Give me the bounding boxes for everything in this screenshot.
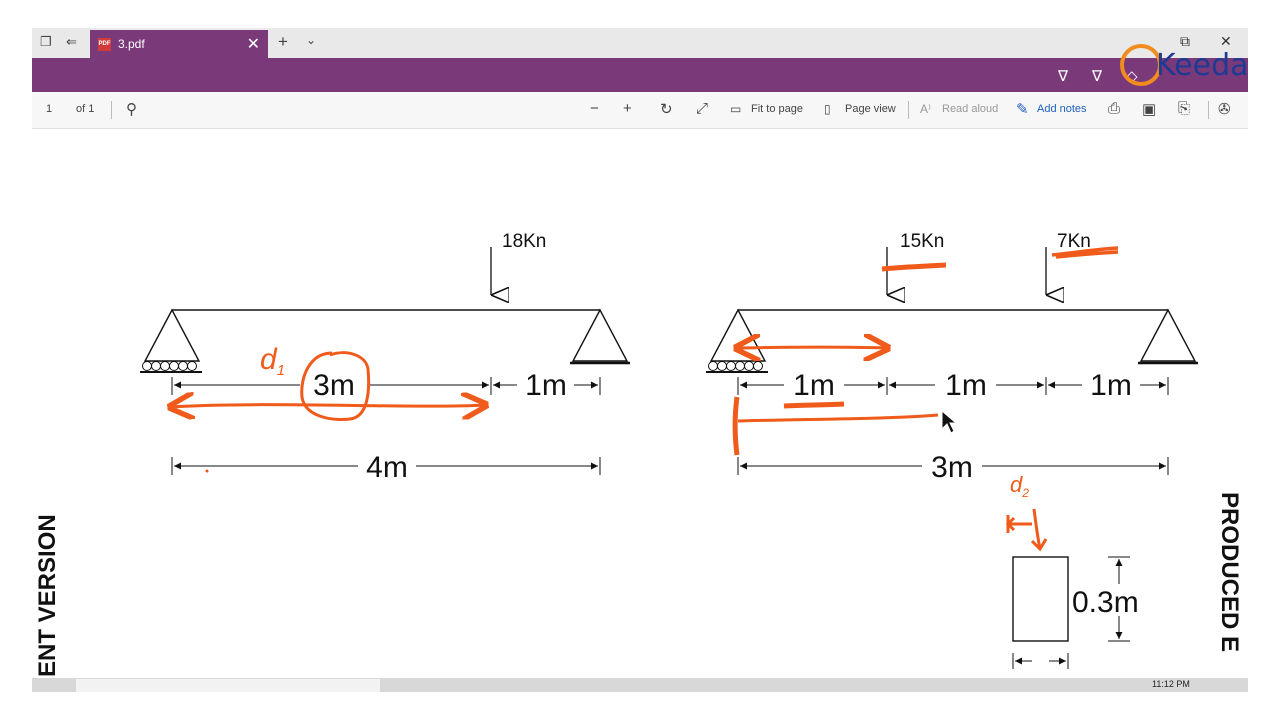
left-span-b-label: 1m bbox=[525, 369, 567, 402]
arm-line-annotation bbox=[737, 413, 939, 423]
pin-toolbar-icon[interactable]: ✇ bbox=[1218, 100, 1231, 118]
ink-dot bbox=[205, 469, 209, 473]
toolbar-divider bbox=[908, 101, 909, 119]
left-d-letter: d bbox=[260, 343, 278, 376]
rotate-icon[interactable]: ↻ bbox=[660, 100, 673, 118]
tab-title: 3.pdf bbox=[118, 37, 145, 51]
page-number-input[interactable]: 1 bbox=[46, 103, 52, 115]
page-count-label: of 1 bbox=[76, 103, 95, 115]
right-total-label: 3m bbox=[931, 451, 973, 484]
left-load-label: 18Kn bbox=[502, 231, 546, 252]
read-aloud-button[interactable]: Read aloud bbox=[942, 103, 998, 115]
highlighter-pen-icon[interactable]: ∇ bbox=[1058, 67, 1068, 85]
pdf-page: 18Kn 3m 1m 4m d1 15Kn 7Kn 1m 1m 1m 3m 0.… bbox=[32, 129, 1248, 678]
fit-to-page-icon: ▭ bbox=[730, 102, 742, 116]
right-pin-support-icon bbox=[1139, 308, 1197, 362]
left-pin-support-icon bbox=[571, 308, 629, 362]
right-load-b-label: 7Kn bbox=[1057, 231, 1091, 252]
left-roller-support-icon bbox=[143, 308, 201, 362]
tab-actions-icon[interactable]: ❐ bbox=[40, 34, 52, 50]
windows-taskbar: 11:12 PM bbox=[32, 678, 1248, 692]
underline-annotation bbox=[881, 262, 947, 272]
left-d1-note: d1 bbox=[260, 343, 285, 379]
ekeeda-logo: Keeda bbox=[1118, 42, 1248, 92]
d1-arrow-annotation bbox=[170, 405, 486, 407]
left-beam: 18Kn 3m 1m 4m bbox=[140, 231, 630, 484]
add-notes-button[interactable]: Add notes bbox=[1037, 103, 1087, 115]
roller-wheels-icon bbox=[706, 361, 768, 373]
save-icon[interactable]: ▣ bbox=[1142, 100, 1156, 118]
right-beam: 15Kn 7Kn 1m 1m 1m 3m 0.3m bbox=[706, 231, 1198, 669]
width-arrow-annotation bbox=[1005, 508, 1048, 552]
pdf-file-icon: PDF bbox=[98, 38, 111, 51]
right-watermark: PRODUCED E bbox=[1216, 492, 1243, 653]
print-icon[interactable]: ⎙ bbox=[1108, 100, 1120, 117]
close-tab-button[interactable]: ✕ bbox=[247, 34, 260, 54]
right-d2-note: d2 bbox=[1010, 472, 1029, 500]
cross-section-rect bbox=[1012, 556, 1069, 642]
taskbar-search-box[interactable] bbox=[76, 679, 380, 692]
save-as-icon[interactable]: ⎘ bbox=[1178, 100, 1190, 117]
fit-to-page-button[interactable]: Fit to page bbox=[751, 103, 803, 115]
tab-3-pdf[interactable]: PDF 3.pdf ✕ bbox=[90, 30, 268, 58]
set-tabs-aside-icon[interactable]: ⇐ bbox=[66, 34, 77, 50]
logo-wordmark: Keeda bbox=[1156, 48, 1248, 83]
underline-annotation bbox=[783, 401, 845, 409]
right-span-a-label: 1m bbox=[793, 369, 835, 402]
zoom-out-button[interactable]: − bbox=[590, 100, 599, 117]
search-icon[interactable]: ⚲ bbox=[126, 100, 137, 118]
section-height-label: 0.3m bbox=[1072, 586, 1139, 619]
reaction-mark-annotation bbox=[732, 396, 740, 456]
left-d-subscript: 1 bbox=[277, 362, 285, 379]
read-aloud-icon: A⁾ bbox=[920, 102, 931, 116]
beam-diagram: 18Kn 3m 1m 4m d1 15Kn 7Kn 1m 1m 1m 3m 0.… bbox=[140, 231, 1198, 669]
tab-preview-chevron-icon[interactable]: ⌄ bbox=[306, 33, 316, 47]
right-load-a-label: 15Kn bbox=[900, 231, 944, 252]
left-total-label: 4m bbox=[366, 451, 408, 484]
pdf-toolbar: 1 of 1 ⚲ − + ↻ ⤢ ▭ Fit to page ▯ Page vi… bbox=[32, 92, 1248, 129]
highlight-text-icon[interactable]: ∇ bbox=[1092, 67, 1102, 85]
add-notes-pen-icon: ✎ bbox=[1016, 101, 1029, 118]
distance-arrow-annotation bbox=[736, 347, 888, 348]
page-view-icon: ▯ bbox=[824, 102, 831, 116]
pdf-viewer-window: ❐ ⇐ PDF 3.pdf ✕ + ⌄ ⧉ ✕ ∇ ∇ ◇ Keeda 1 of… bbox=[32, 28, 1248, 692]
page-view-button[interactable]: Page view bbox=[845, 103, 896, 115]
right-span-c-label: 1m bbox=[1090, 369, 1132, 402]
right-span-b-label: 1m bbox=[945, 369, 987, 402]
right-roller-support-icon bbox=[709, 308, 767, 362]
left-watermark: ENT VERSION bbox=[34, 514, 61, 677]
fullscreen-icon[interactable]: ⤢ bbox=[696, 100, 708, 117]
taskbar-clock[interactable]: 11:12 PM bbox=[1152, 679, 1190, 689]
ink-toolbar: ∇ ∇ ◇ bbox=[32, 58, 1248, 92]
zoom-in-button[interactable]: + bbox=[623, 100, 632, 117]
right-d-letter: d bbox=[1010, 472, 1023, 497]
tab-bar: ❐ ⇐ PDF 3.pdf ✕ + ⌄ ⧉ ✕ bbox=[32, 28, 1248, 58]
left-annotations: d1 bbox=[170, 343, 486, 473]
toolbar-divider bbox=[111, 101, 112, 119]
right-d-subscript: 2 bbox=[1021, 486, 1029, 500]
left-span-a-label: 3m bbox=[313, 369, 355, 402]
new-tab-button[interactable]: + bbox=[278, 32, 288, 52]
roller-wheels-icon bbox=[140, 361, 202, 373]
mouse-cursor-icon bbox=[941, 409, 958, 434]
toolbar-divider bbox=[1208, 101, 1209, 119]
